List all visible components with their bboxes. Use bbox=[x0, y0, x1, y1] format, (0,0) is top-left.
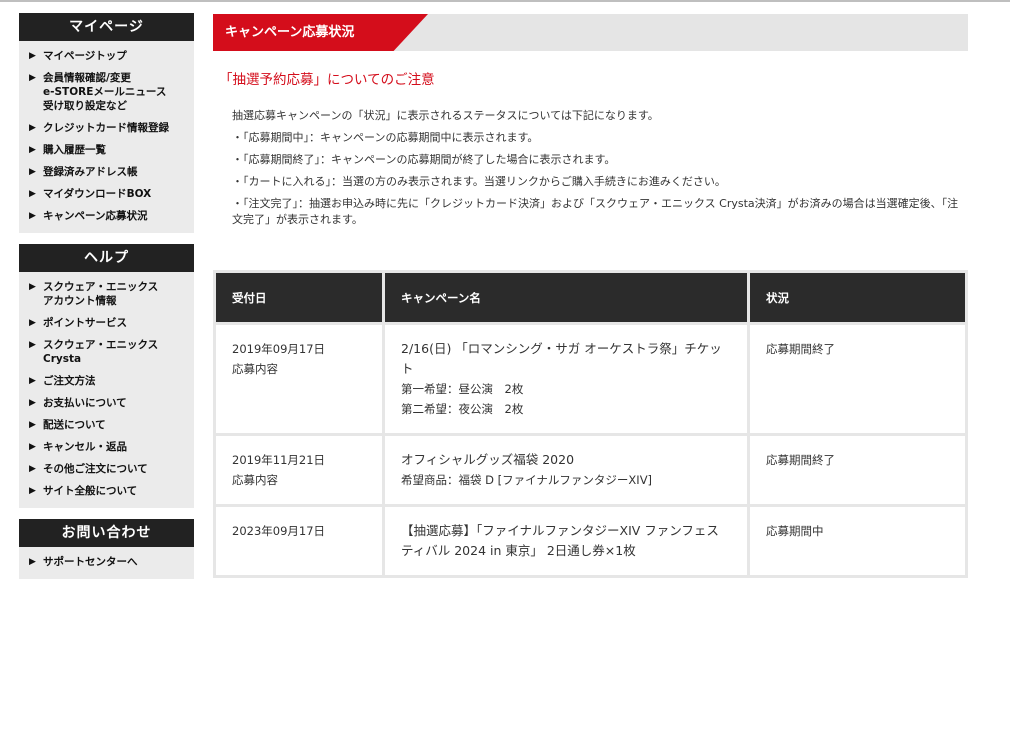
sidebar-item-label: お支払いについて bbox=[43, 397, 127, 409]
table-row: 2019年11月21日 応募内容 オフィシャルグッズ福袋 2020 希望商品：福… bbox=[213, 433, 968, 507]
cell-status: 応募期間終了 bbox=[747, 322, 968, 436]
arrow-right-icon: ▶ bbox=[29, 73, 36, 83]
cell-date: 2023年09月17日 bbox=[213, 504, 385, 578]
sidebar-item-mypage-4[interactable]: ▶ 購入履歴一覧 bbox=[19, 139, 194, 161]
sidebar-item-help-4[interactable]: ▶ ご注文方法 bbox=[19, 370, 194, 392]
sidebar-item-mypage-7[interactable]: ▶ キャンペーン応募状況 bbox=[19, 205, 194, 227]
page-title: キャンペーン応募状況 bbox=[225, 25, 355, 40]
sidebar-item-label: サポートセンターへ bbox=[43, 556, 138, 568]
campaign-name: 【抽選応募】「ファイナルファンタジーXIV ファンフェスティバル 2024 in… bbox=[401, 523, 719, 558]
arrow-right-icon: ▶ bbox=[29, 376, 36, 386]
received-date: 2019年11月21日 bbox=[232, 453, 326, 467]
sidebar-item-help-5[interactable]: ▶ お支払いについて bbox=[19, 392, 194, 414]
table-row: 2019年09月17日 応募内容 2/16(日) 「ロマンシング・サガ オーケス… bbox=[213, 322, 968, 436]
contact-menu: ▶ サポートセンターへ bbox=[19, 547, 194, 579]
arrow-right-icon: ▶ bbox=[29, 398, 36, 408]
cell-status: 応募期間終了 bbox=[747, 433, 968, 507]
main-content: キャンペーン応募状況 「抽選予約応募」についてのご注意 抽選応募キャンペーンの「… bbox=[213, 14, 968, 578]
cell-date: 2019年11月21日 応募内容 bbox=[213, 433, 385, 507]
notice-line: ・「注文完了」：抽選お申込み時に先に「クレジットカード決済」および「スクウェア・… bbox=[232, 197, 959, 226]
help-menu: ▶ スクウェア・エニックス アカウント情報 ▶ ポイントサービス ▶ スクウェア・エニック… bbox=[19, 272, 194, 508]
entry-label: 応募内容 bbox=[232, 473, 278, 487]
cell-campaign: オフィシャルグッズ福袋 2020 希望商品：福袋 D [ファイナルファンタジーX… bbox=[382, 433, 750, 507]
arrow-right-icon: ▶ bbox=[29, 189, 36, 199]
arrow-right-icon: ▶ bbox=[29, 211, 36, 221]
sidebar-item-label: スクウェア・エニックス Crysta bbox=[43, 339, 159, 365]
sidebar-help: ヘルプ ▶ スクウェア・エニックス アカウント情報 ▶ ポイントサービス ▶ スクウェア・… bbox=[19, 244, 194, 508]
table-header-row: 受付日 キャンペーン名 状況 bbox=[213, 270, 968, 325]
arrow-right-icon: ▶ bbox=[29, 420, 36, 430]
entry-details: 希望商品：福袋 D [ファイナルファンタジーXIV] bbox=[401, 473, 653, 487]
sidebar-item-help-3[interactable]: ▶ スクウェア・エニックス Crysta bbox=[19, 334, 194, 370]
arrow-right-icon: ▶ bbox=[29, 167, 36, 177]
sidebar-item-label: ポイントサービス bbox=[43, 317, 127, 329]
cell-date: 2019年09月17日 応募内容 bbox=[213, 322, 385, 436]
cell-campaign: 2/16(日) 「ロマンシング・サガ オーケストラ祭」チケット 第一希望：昼公演… bbox=[382, 322, 750, 436]
sidebar-item-mypage-6[interactable]: ▶ マイダウンロードBOX bbox=[19, 183, 194, 205]
notice-line: ・「カートに入れる」：当選の方のみ表示されます。当選リンクからご購入手続きにお進… bbox=[232, 175, 726, 188]
cell-status: 応募期間中 bbox=[747, 504, 968, 578]
arrow-right-icon: ▶ bbox=[29, 557, 36, 567]
campaign-name: オフィシャルグッズ福袋 2020 bbox=[401, 452, 575, 467]
arrow-right-icon: ▶ bbox=[29, 123, 36, 133]
sidebar-item-label: スクウェア・エニックス アカウント情報 bbox=[43, 281, 159, 307]
top-divider bbox=[0, 0, 1010, 2]
entry-label: 応募内容 bbox=[232, 362, 278, 376]
sidebar-item-help-8[interactable]: ▶ その他ご注文について bbox=[19, 458, 194, 480]
cell-campaign: 【抽選応募】「ファイナルファンタジーXIV ファンフェスティバル 2024 in… bbox=[382, 504, 750, 578]
arrow-right-icon: ▶ bbox=[29, 464, 36, 474]
sidebar-item-help-7[interactable]: ▶ キャンセル・返品 bbox=[19, 436, 194, 458]
table-row: 2023年09月17日 【抽選応募】「ファイナルファンタジーXIV ファンフェス… bbox=[213, 504, 968, 578]
sidebar-item-label: 配送について bbox=[43, 419, 106, 431]
arrow-right-icon: ▶ bbox=[29, 51, 36, 61]
sidebar-item-label: 購入履歴一覧 bbox=[43, 144, 106, 156]
sidebar: マイページ ▶ マイページトップ ▶ 会員情報確認/変更 e-STOREメールニュース… bbox=[19, 13, 194, 579]
sidebar-item-label: その他ご注文について bbox=[43, 463, 148, 475]
campaign-name: 2/16(日) 「ロマンシング・サガ オーケストラ祭」チケット bbox=[401, 341, 722, 376]
sidebar-heading-help: ヘルプ bbox=[19, 244, 194, 272]
sidebar-item-label: キャンペーン応募状況 bbox=[43, 210, 148, 222]
sidebar-item-help-1[interactable]: ▶ スクウェア・エニックス アカウント情報 bbox=[19, 276, 194, 312]
header-campaign-name: キャンペーン名 bbox=[382, 270, 750, 325]
sidebar-item-help-6[interactable]: ▶ 配送について bbox=[19, 414, 194, 436]
arrow-right-icon: ▶ bbox=[29, 486, 36, 496]
campaign-status-table: 受付日 キャンペーン名 状況 2019年09月17日 応募内容 2/16(日) … bbox=[213, 270, 968, 578]
sidebar-item-label: サイト全般について bbox=[43, 485, 138, 497]
arrow-right-icon: ▶ bbox=[29, 282, 36, 292]
sidebar-item-label: キャンセル・返品 bbox=[43, 441, 127, 453]
sidebar-heading-mypage: マイページ bbox=[19, 13, 194, 41]
arrow-right-icon: ▶ bbox=[29, 318, 36, 328]
sidebar-item-mypage-5[interactable]: ▶ 登録済みアドレス帳 bbox=[19, 161, 194, 183]
sidebar-item-label: マイダウンロードBOX bbox=[43, 188, 152, 200]
sidebar-item-label: 登録済みアドレス帳 bbox=[43, 166, 138, 178]
arrow-right-icon: ▶ bbox=[29, 145, 36, 155]
sidebar-item-mypage-1[interactable]: ▶ マイページトップ bbox=[19, 45, 194, 67]
sidebar-heading-contact: お問い合わせ bbox=[19, 519, 194, 547]
arrow-right-icon: ▶ bbox=[29, 442, 36, 452]
sidebar-item-label: ご注文方法 bbox=[43, 375, 96, 387]
header-status: 状況 bbox=[747, 270, 968, 325]
sidebar-item-help-9[interactable]: ▶ サイト全般について bbox=[19, 480, 194, 502]
sidebar-mypage: マイページ ▶ マイページトップ ▶ 会員情報確認/変更 e-STOREメールニュース… bbox=[19, 13, 194, 233]
received-date: 2019年09月17日 bbox=[232, 342, 326, 356]
sidebar-item-label: マイページトップ bbox=[43, 50, 127, 62]
sidebar-item-label: クレジットカード情報登録 bbox=[43, 122, 169, 134]
sidebar-contact: お問い合わせ ▶ サポートセンターへ bbox=[19, 519, 194, 579]
arrow-right-icon: ▶ bbox=[29, 340, 36, 350]
mypage-menu: ▶ マイページトップ ▶ 会員情報確認/変更 e-STOREメールニュース 受け取り設… bbox=[19, 41, 194, 233]
notice-line: ・「応募期間中」：キャンペーンの応募期間中に表示されます。 bbox=[232, 131, 539, 144]
notice-heading: 「抽選予約応募」についてのご注意 bbox=[219, 72, 435, 88]
notice-body: 抽選応募キャンペーンの「状況」に表示されるステータスについては下記になります。 … bbox=[232, 108, 968, 228]
sidebar-item-mypage-2[interactable]: ▶ 会員情報確認/変更 e-STOREメールニュース 受け取り設定など bbox=[19, 67, 194, 117]
page-title-bar: キャンペーン応募状況 bbox=[213, 14, 968, 51]
notice-line: ・「応募期間終了」：キャンペーンの応募期間が終了した場合に表示されます。 bbox=[232, 153, 616, 166]
sidebar-item-contact-1[interactable]: ▶ サポートセンターへ bbox=[19, 551, 194, 573]
entry-details: 第一希望：昼公演 2枚 第二希望：夜公演 2枚 bbox=[401, 382, 524, 416]
sidebar-item-label: 会員情報確認/変更 e-STOREメールニュース 受け取り設定など bbox=[43, 72, 167, 112]
sidebar-item-help-2[interactable]: ▶ ポイントサービス bbox=[19, 312, 194, 334]
notice-line: 抽選応募キャンペーンの「状況」に表示されるステータスについては下記になります。 bbox=[232, 109, 659, 122]
received-date: 2023年09月17日 bbox=[232, 524, 326, 538]
sidebar-item-mypage-3[interactable]: ▶ クレジットカード情報登録 bbox=[19, 117, 194, 139]
header-date: 受付日 bbox=[213, 270, 385, 325]
